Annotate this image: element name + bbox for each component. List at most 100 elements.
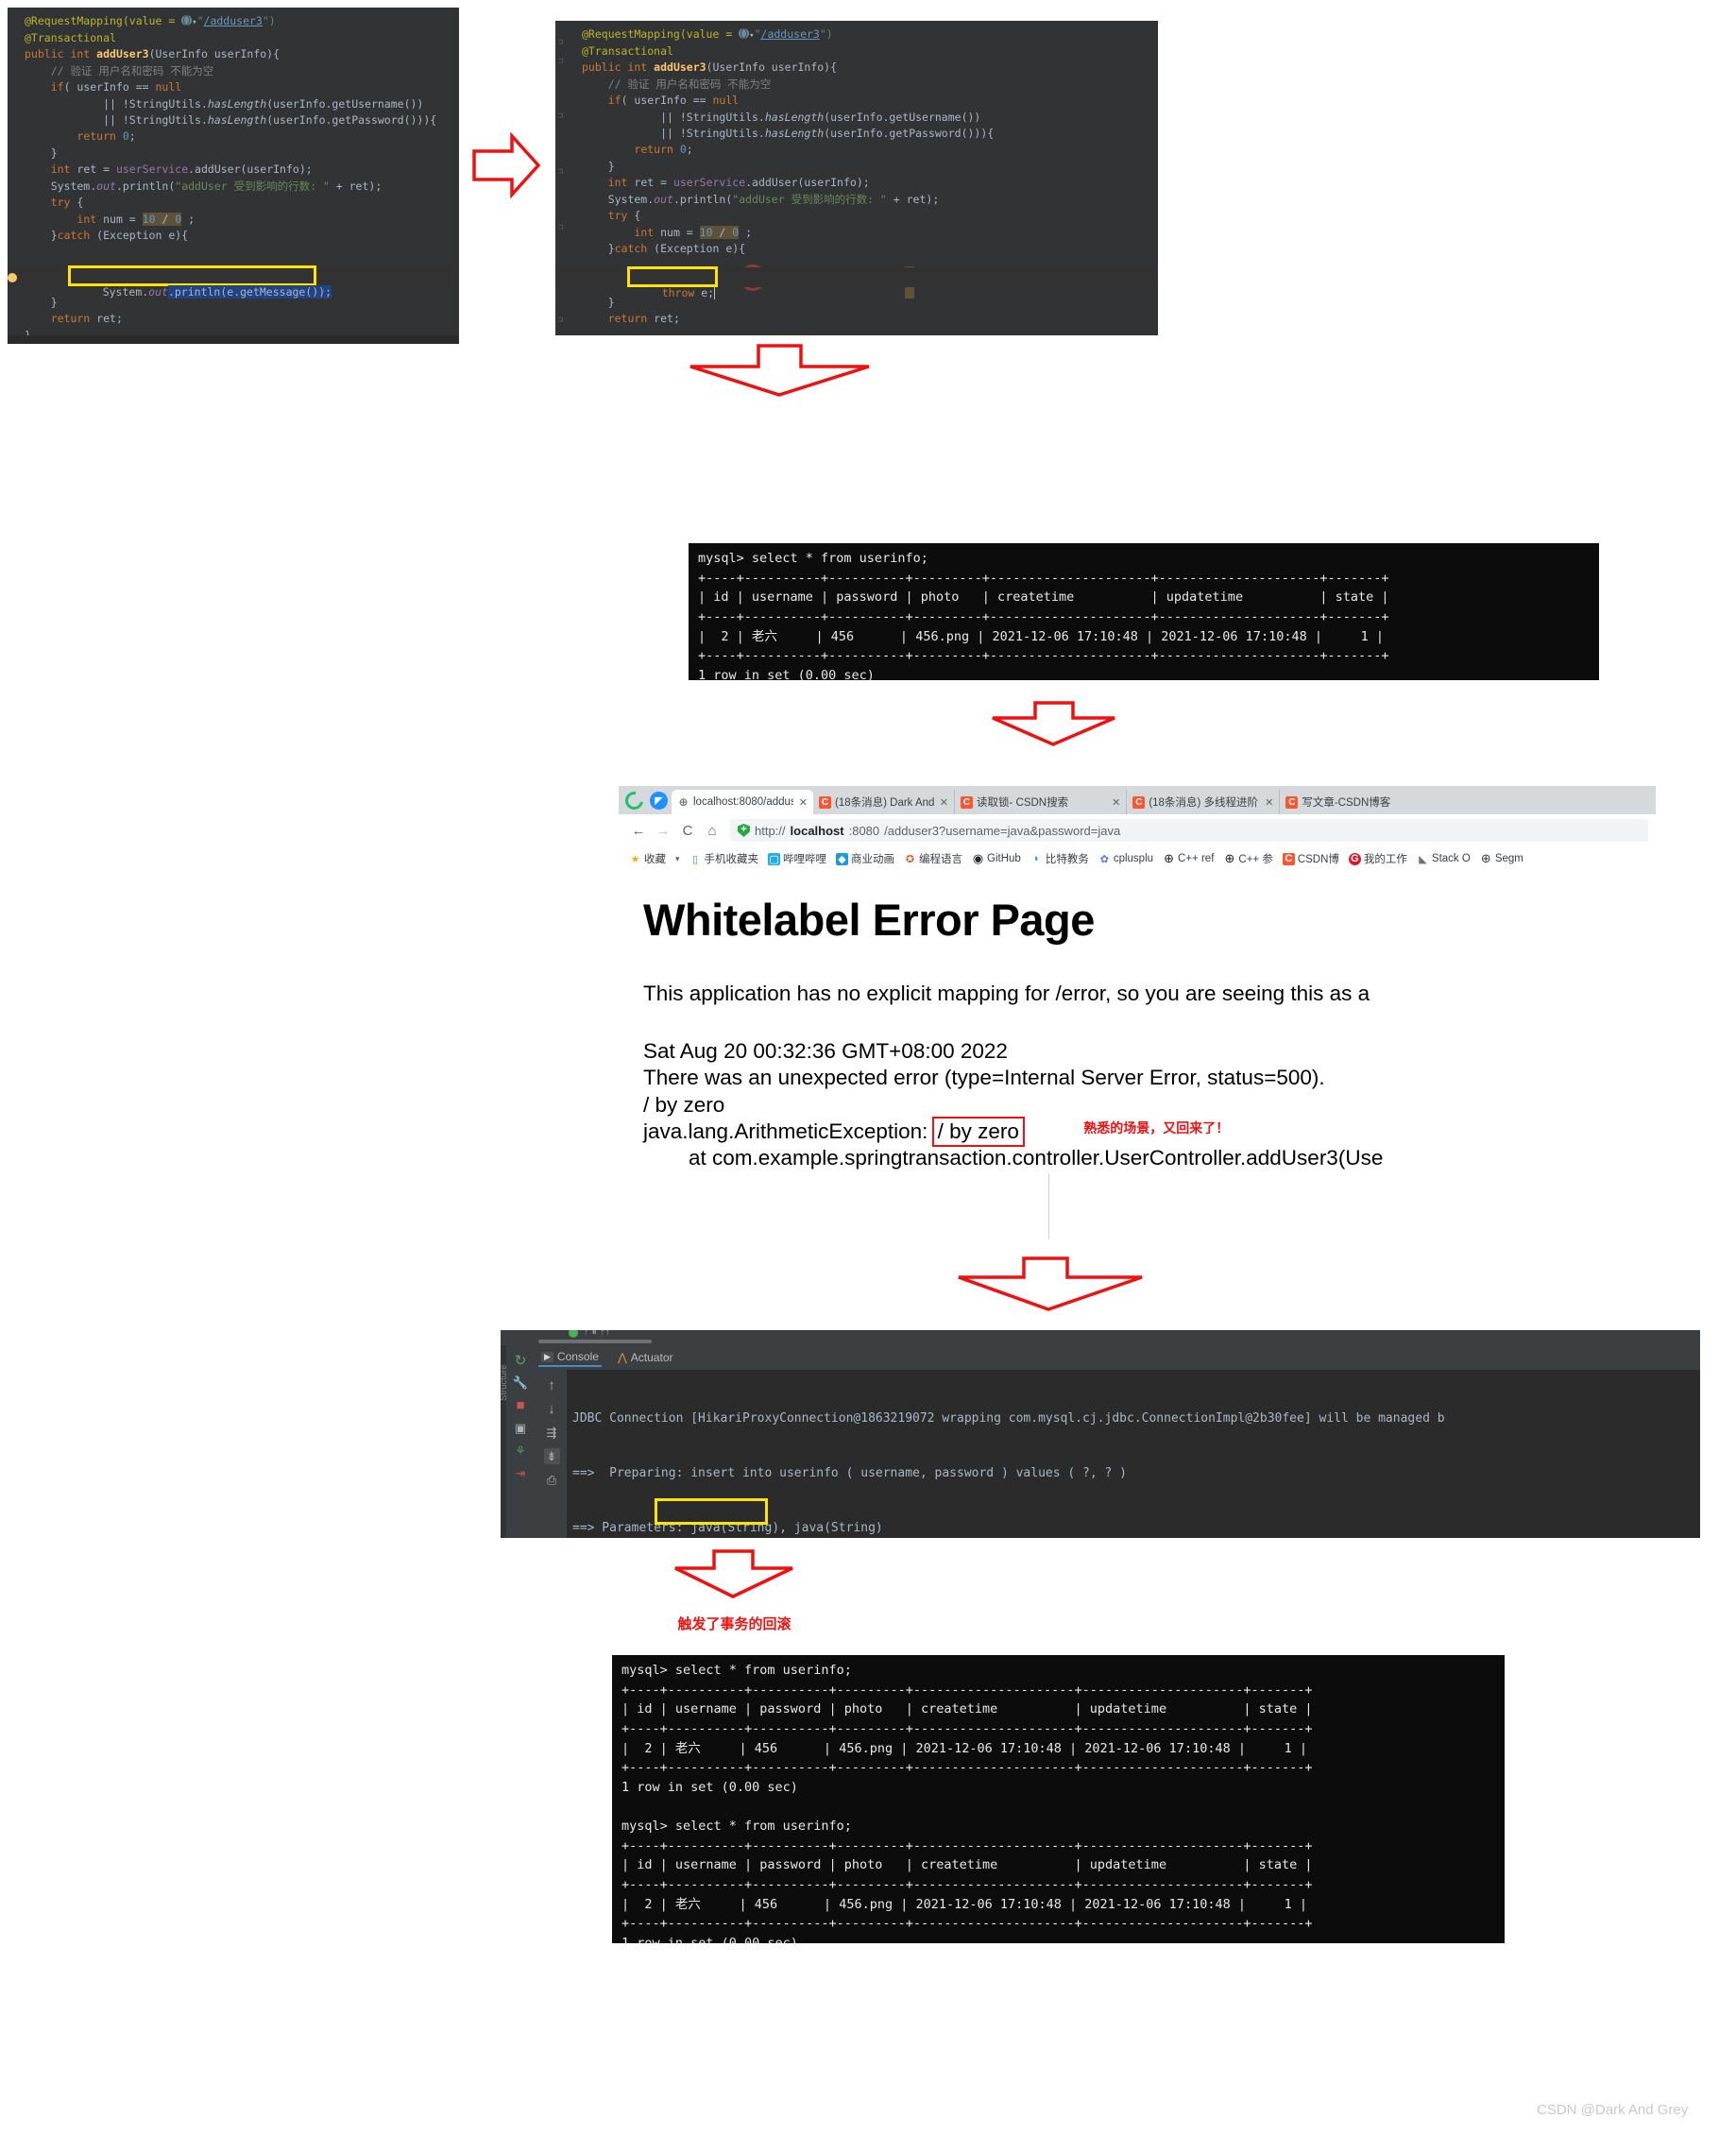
address-bar[interactable]: http:// localhost:8080/adduser3?username=… bbox=[730, 819, 1648, 842]
run-status-icon bbox=[569, 1330, 578, 1338]
bookmark-favorites[interactable]: ★ 收藏 bbox=[624, 851, 671, 866]
code-line: }catch (Exception e){ bbox=[25, 229, 189, 243]
globe-icon: ⊕ bbox=[678, 795, 689, 809]
bookmarks-bar: ★ 收藏 ▾ ▯ 手机收藏夹 ▢ 哔哩哔哩 ◆ 商业动画 ✪ 编程语言 ◉ GitHub ◗… bbox=[619, 846, 1656, 871]
bookmark-my-work[interactable]: G 我的工作 bbox=[1344, 851, 1412, 866]
debug-icon[interactable]: ⚘ bbox=[513, 1443, 529, 1459]
breakpoint-icon[interactable] bbox=[8, 273, 17, 282]
whitelabel-error-page: Whitelabel Error Page This application h… bbox=[619, 871, 1656, 1172]
exception-prefix: java.lang.ArithmeticException: bbox=[643, 1119, 934, 1144]
url-path: /adduser3?username=java&password=java bbox=[884, 823, 1121, 838]
code-gutter-before bbox=[8, 8, 21, 344]
exit-icon[interactable]: ⇥ bbox=[513, 1465, 529, 1481]
code-line: try { bbox=[607, 209, 641, 223]
forward-button[interactable]: → bbox=[651, 818, 675, 843]
tab-title: localhost:8080/adduser3?us bbox=[693, 796, 793, 808]
arrow-down-1 bbox=[688, 344, 872, 397]
csdn-favicon-icon: C bbox=[1132, 795, 1146, 809]
console-line: ==> Preparing: insert into userinfo ( us… bbox=[572, 1466, 1127, 1481]
browser-tab-0[interactable]: ⊕ localhost:8080/adduser3?us ✕ bbox=[672, 790, 813, 814]
scroll-up-icon[interactable]: ↑ bbox=[544, 1377, 560, 1393]
scroll-to-end-icon[interactable]: ⇟ bbox=[543, 1448, 560, 1464]
bookmark-bit-academic[interactable]: ◗ 比特教务 bbox=[1026, 851, 1094, 866]
csdn-favicon-icon: C bbox=[1285, 795, 1299, 809]
back-button[interactable]: ← bbox=[626, 818, 651, 843]
bookmark-label: GitHub bbox=[987, 853, 1021, 864]
bookmark-csdn[interactable]: C CSDN博 bbox=[1278, 851, 1344, 866]
github-icon: ◉ bbox=[972, 851, 984, 865]
screenshot-icon[interactable]: ▣ bbox=[513, 1420, 529, 1436]
star-icon: ★ bbox=[630, 853, 640, 865]
reload-button[interactable]: C bbox=[675, 818, 700, 843]
phone-icon: ▯ bbox=[692, 853, 699, 865]
globe-icon bbox=[739, 28, 750, 39]
console-play-icon: ▶ bbox=[541, 1351, 553, 1362]
code-panel-before: @RequestMapping(value = ▾"/adduser3") @T… bbox=[8, 8, 459, 344]
idea-console-toolbar: ↑ ↓ ⇶ ⇟ ⎙ bbox=[538, 1372, 565, 1538]
code-line: return 0; bbox=[634, 143, 693, 157]
code-line: return ret; bbox=[50, 312, 123, 326]
bookmark-github[interactable]: ◉ GitHub bbox=[967, 851, 1026, 865]
bookmark-segmentfault[interactable]: ⊕ Segm bbox=[1475, 851, 1528, 865]
chevron-down-icon: ▾ bbox=[675, 853, 680, 863]
tab-label: Actuator bbox=[630, 1351, 673, 1364]
browser-tab-1[interactable]: C (18条消息) Dark And Grey的 ✕ bbox=[813, 790, 955, 814]
shield-icon bbox=[738, 824, 750, 837]
tab-close-icon[interactable]: ✕ bbox=[940, 796, 948, 809]
segmentfault-icon: ⊕ bbox=[1480, 851, 1491, 865]
bookmark-stackoverflow[interactable]: ◣ Stack O bbox=[1412, 853, 1475, 865]
browser-tab-4[interactable]: C 写文章-CSDN博客 bbox=[1280, 790, 1396, 814]
bookmark-label: C++ ref bbox=[1178, 853, 1215, 864]
code-line: } bbox=[25, 296, 58, 309]
highlight-box-console bbox=[655, 1498, 768, 1525]
settings-icon[interactable]: 🔧 bbox=[513, 1375, 529, 1391]
tab-close-icon[interactable]: ✕ bbox=[799, 796, 808, 809]
bookmark-label: 比特教务 bbox=[1045, 854, 1089, 865]
bookmark-label: 手机收藏夹 bbox=[704, 854, 759, 865]
code-line: System.out.println("addUser 受到影响的行数: " +… bbox=[582, 192, 940, 206]
code-line: || !StringUtils.hasLength(userInfo.getUs… bbox=[25, 96, 424, 111]
collections-icon[interactable]: ◤ bbox=[650, 792, 669, 811]
bookmark-cplusplus[interactable]: ✿ cplusplu bbox=[1094, 853, 1158, 865]
tab-close-icon[interactable]: ✕ bbox=[1112, 796, 1120, 809]
bookmark-label: Stack O bbox=[1431, 853, 1471, 864]
error-details: Sat Aug 20 00:32:36 GMT+08:00 2022 There… bbox=[643, 1038, 1631, 1172]
horizontal-scrollbar[interactable] bbox=[538, 1340, 652, 1343]
code-line: return 0; bbox=[77, 129, 136, 144]
error-message: / by zero bbox=[643, 1092, 725, 1117]
bookmark-mobile[interactable]: ▯ 手机收藏夹 bbox=[685, 851, 764, 866]
bookmark-commercial-anim[interactable]: ◆ 商业动画 bbox=[831, 851, 899, 866]
bookmark-cpp-ref[interactable]: ⊕ C++ ref bbox=[1158, 851, 1218, 865]
browser-tab-3[interactable]: C (18条消息) 多线程进阶 - Java ✕ bbox=[1127, 790, 1281, 814]
bookmark-cpp-cn[interactable]: ⊕ C++ 参 bbox=[1218, 851, 1277, 866]
code-line: public int addUser3(UserInfo userInfo){ bbox=[25, 47, 281, 61]
idea-run-toolbar: ↻ 🔧 ■ ▣ ⚘ ⇥ bbox=[506, 1345, 535, 1538]
edge-logo-icon[interactable] bbox=[621, 788, 647, 813]
rerun-icon[interactable]: ↻ bbox=[513, 1352, 529, 1369]
code-line: int ret = userService.addUser(userInfo); bbox=[607, 176, 870, 190]
terminal-text: mysql> select * from userinfo; +----+---… bbox=[698, 551, 1389, 680]
bookmark-prog-lang[interactable]: ✪ 编程语言 bbox=[899, 851, 967, 866]
bookmark-bilibili[interactable]: ▢ 哔哩哔哩 bbox=[763, 851, 831, 866]
code-line: public int addUser3(UserInfo userInfo){ bbox=[582, 60, 838, 75]
browser-tab-2[interactable]: C 读取锁- CSDN搜索 ✕ bbox=[955, 790, 1128, 814]
stop-icon[interactable]: ■ bbox=[513, 1397, 529, 1413]
tab-close-icon[interactable]: ✕ bbox=[1265, 796, 1273, 809]
code-line: || !StringUtils.hasLength(userInfo.getUs… bbox=[582, 110, 981, 124]
print-icon[interactable]: ⎙ bbox=[544, 1472, 560, 1488]
bookmark-dropdown[interactable]: ▾ bbox=[671, 854, 685, 864]
code-panel-after: ⊐⊐⊐⊐⊐⊐⊐ @RequestMapping(value = ▾"/addus… bbox=[555, 21, 1158, 335]
code-line: } bbox=[582, 296, 615, 309]
tab-title: (18条消息) 多线程进阶 - Java bbox=[1149, 797, 1259, 809]
home-button[interactable]: ⌂ bbox=[700, 818, 724, 843]
arrow-down-4 bbox=[672, 1549, 795, 1598]
tab-actuator[interactable]: ⋀ Actuator bbox=[615, 1349, 676, 1366]
tab-console[interactable]: ▶ Console bbox=[538, 1348, 602, 1367]
soft-wrap-icon[interactable]: ⇶ bbox=[544, 1425, 560, 1441]
code-line: @RequestMapping(value = ▾"/adduser3") bbox=[582, 27, 833, 41]
console-line: JDBC Connection [HikariProxyConnection@1… bbox=[572, 1411, 1445, 1426]
idea-top-strip: ↑ ⏸ ↑↑ bbox=[501, 1330, 1700, 1345]
tab-title: 写文章-CSDN博客 bbox=[1302, 797, 1391, 809]
scroll-down-icon[interactable]: ↓ bbox=[544, 1401, 560, 1417]
code-line: int num = 10 / 0 ; bbox=[77, 212, 196, 226]
